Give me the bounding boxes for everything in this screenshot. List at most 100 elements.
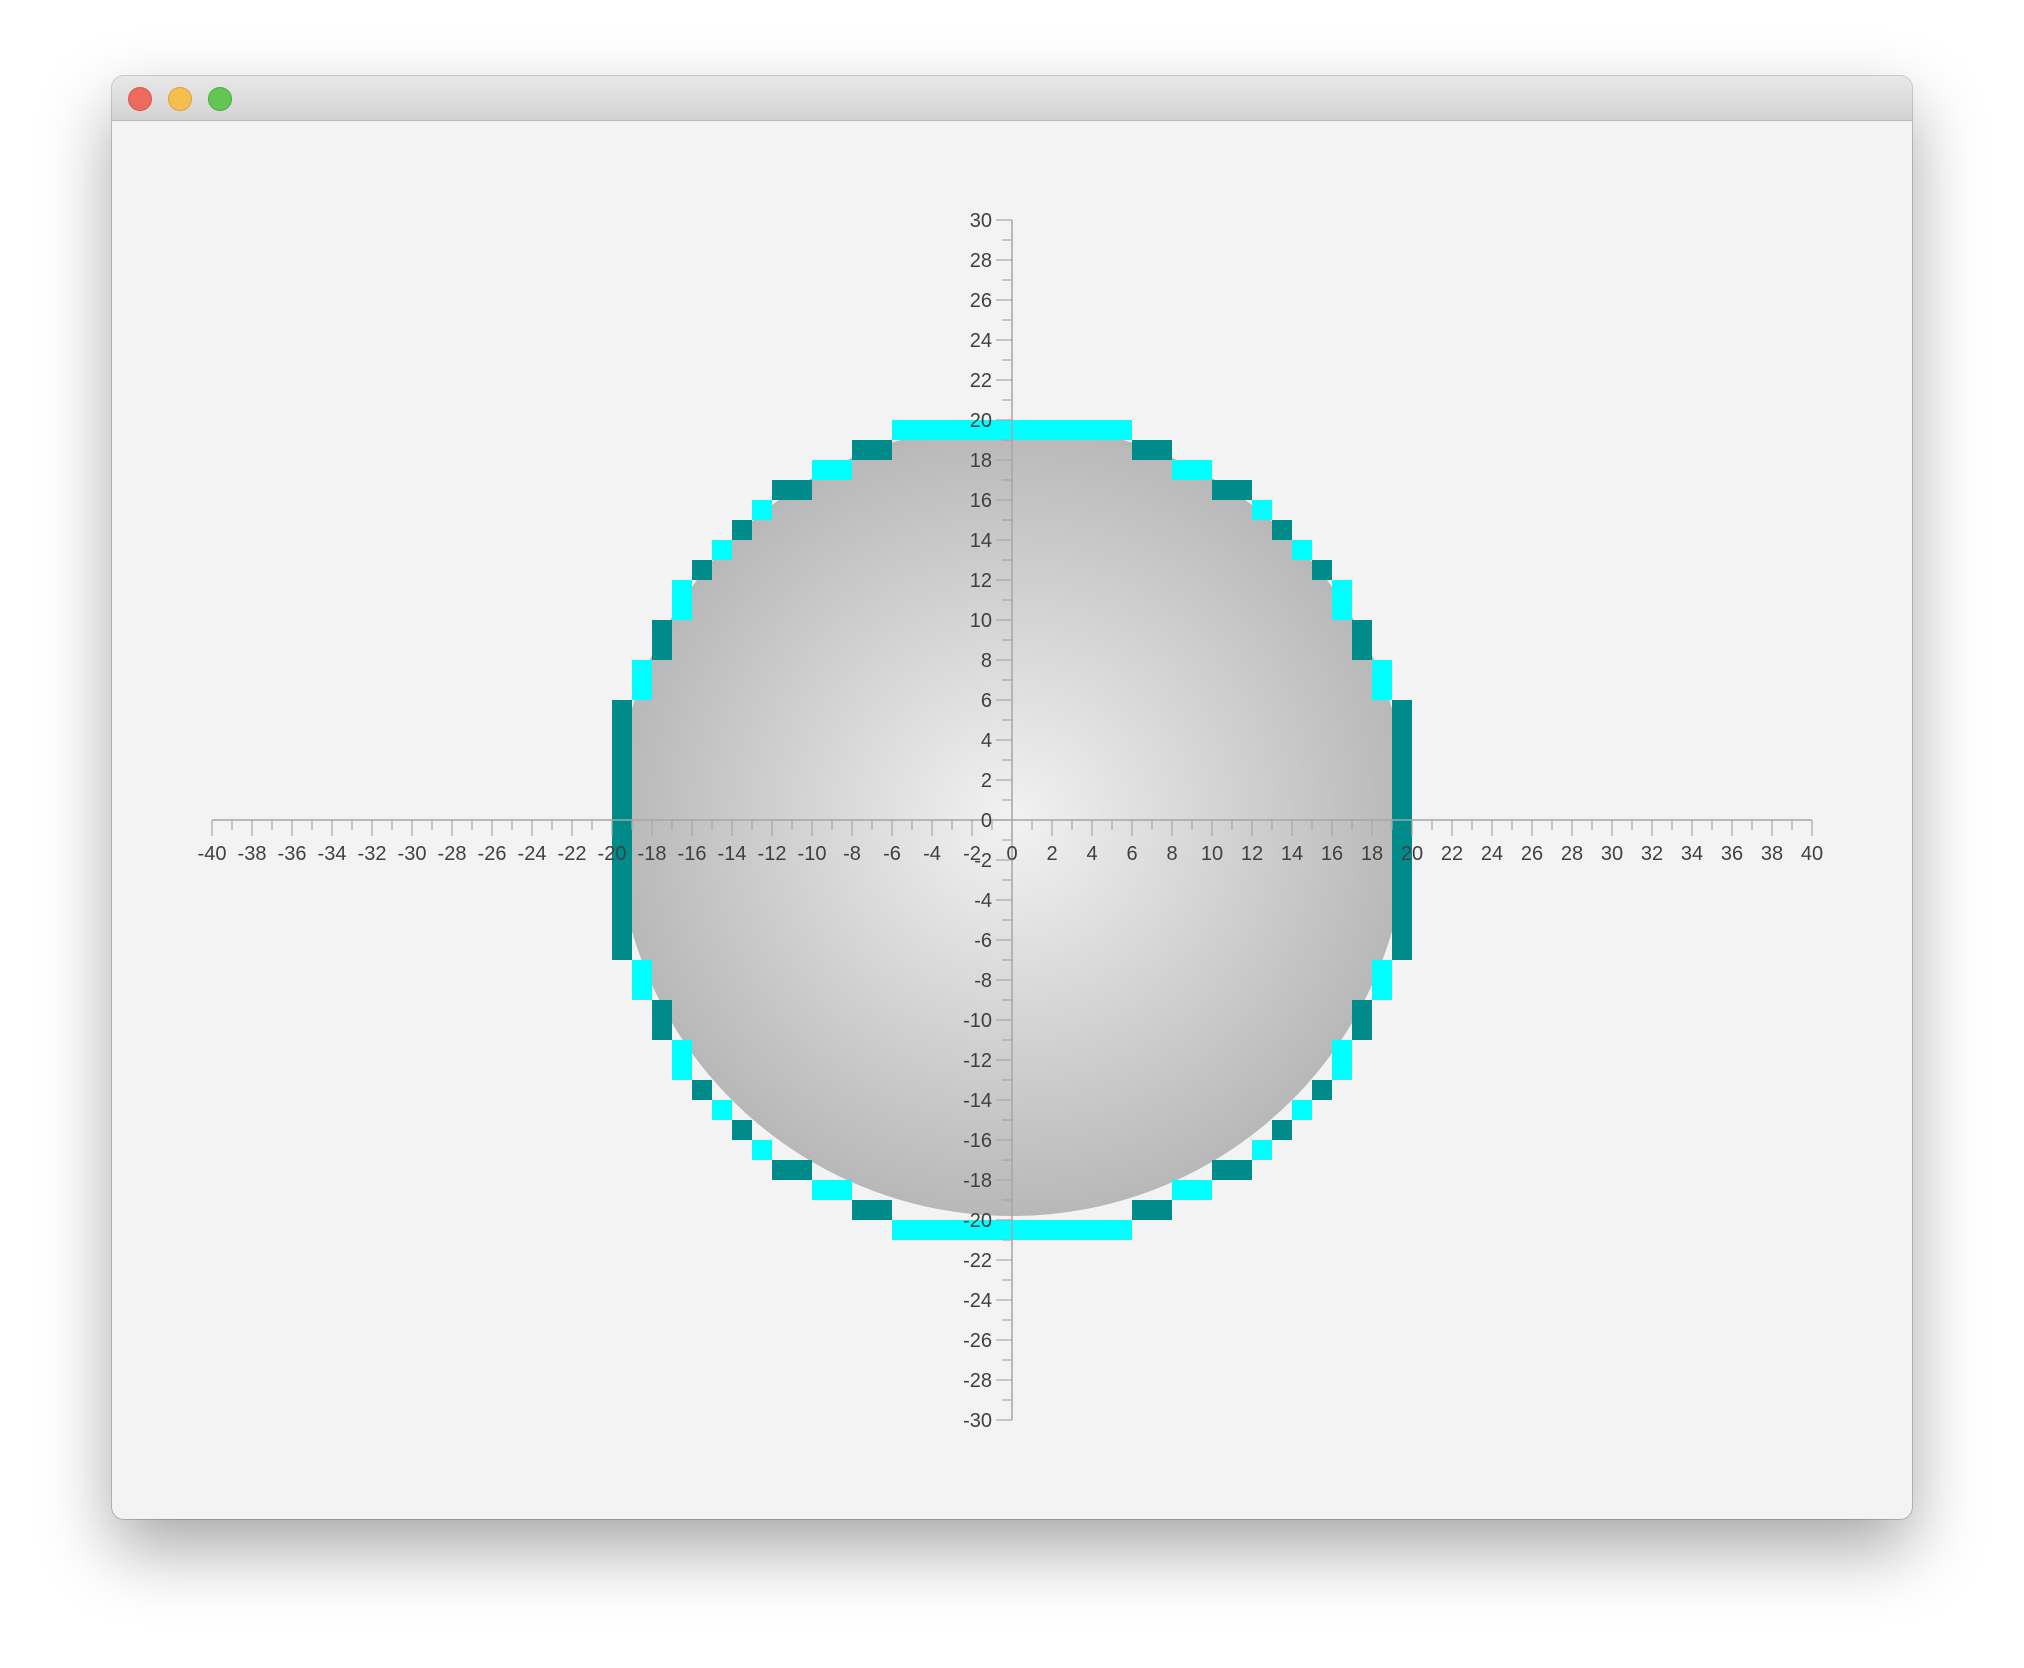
pixel-cell — [1292, 1100, 1312, 1120]
x-tick-label: 0 — [1006, 843, 1017, 865]
y-tick-label: -10 — [963, 1010, 992, 1032]
pixel-cell — [932, 420, 952, 440]
x-tick-label: 14 — [1281, 843, 1303, 865]
pixel-cell — [1232, 1160, 1252, 1180]
pixel-cell — [1312, 1080, 1332, 1100]
pixel-cell — [612, 740, 632, 760]
pixel-cell — [1132, 1200, 1152, 1220]
pixel-cell — [1052, 1220, 1072, 1240]
y-tick-label: -22 — [963, 1250, 992, 1272]
pixel-cell — [652, 1020, 672, 1040]
pixel-cell — [1012, 1220, 1032, 1240]
y-tick-label: -12 — [963, 1050, 992, 1072]
x-tick-label: -16 — [678, 843, 707, 865]
x-tick-label: -12 — [758, 843, 787, 865]
pixel-cell — [612, 780, 632, 800]
y-tick-label: -16 — [963, 1130, 992, 1152]
pixel-cell — [912, 1220, 932, 1240]
app-window: -40 -38 -36 -34 -32 -30 -28 -26 -24 -22 -20 -18 -16-… — [112, 76, 1912, 1519]
pixel-cell — [832, 1180, 852, 1200]
pixel-cell — [1352, 620, 1372, 640]
pixel-cell — [1092, 1220, 1112, 1240]
x-tick-label: 10 — [1201, 843, 1223, 865]
pixel-cell — [1172, 1180, 1192, 1200]
pixel-cell — [1392, 820, 1412, 840]
pixel-cell — [672, 1040, 692, 1060]
pixel-cell — [1372, 660, 1392, 680]
pixel-cell — [672, 600, 692, 620]
pixel-cell — [1032, 1220, 1052, 1240]
pixel-cell — [1332, 600, 1352, 620]
y-tick-label: -4 — [974, 890, 992, 912]
pixel-cell — [992, 1220, 1012, 1240]
pixel-cell — [632, 680, 652, 700]
x-tick-label: -4 — [923, 843, 941, 865]
x-tick-label: 24 — [1481, 843, 1503, 865]
pixel-cell — [1032, 420, 1052, 440]
x-tick-label: 30 — [1601, 843, 1623, 865]
y-tick-label: -8 — [974, 970, 992, 992]
x-tick-label: 28 — [1561, 843, 1583, 865]
x-tick-label: 22 — [1441, 843, 1463, 865]
pixel-cell — [1352, 640, 1372, 660]
pixel-cell — [1112, 1220, 1132, 1240]
pixel-cell — [1392, 740, 1412, 760]
pixel-cell — [1392, 940, 1412, 960]
pixel-cell — [1372, 680, 1392, 700]
y-tick-label: -30 — [963, 1410, 992, 1432]
pixel-cell — [772, 480, 792, 500]
pixel-cell — [712, 1100, 732, 1120]
pixel-cell — [612, 880, 632, 900]
x-tick-label: -34 — [318, 843, 347, 865]
y-tick-label: -18 — [963, 1170, 992, 1192]
pixel-cell — [1052, 420, 1072, 440]
pixel-cell — [1252, 1140, 1272, 1160]
pixel-cell — [632, 960, 652, 980]
y-tick-label: 16 — [970, 490, 992, 512]
y-tick-label: -26 — [963, 1330, 992, 1352]
pixel-cell — [652, 640, 672, 660]
pixel-cell — [612, 920, 632, 940]
pixel-cell — [612, 760, 632, 780]
y-tick-label: -24 — [963, 1290, 992, 1312]
y-tick-label: 2 — [981, 770, 992, 792]
pixel-cell — [892, 420, 912, 440]
y-tick-label: 30 — [970, 210, 992, 232]
pixel-cell — [772, 1160, 792, 1180]
y-tick-label: 8 — [981, 650, 992, 672]
x-tick-label: 4 — [1086, 843, 1097, 865]
pixel-cell — [892, 1220, 912, 1240]
pixel-cell — [1212, 1160, 1232, 1180]
pixel-cell — [1192, 1180, 1212, 1200]
y-tick-label: 4 — [981, 730, 992, 752]
pixel-cell — [652, 620, 672, 640]
x-tick-label: 34 — [1681, 843, 1703, 865]
y-tick-label: 24 — [970, 330, 992, 352]
x-tick-label: -24 — [518, 843, 547, 865]
y-tick-label: 6 — [981, 690, 992, 712]
pixel-cell — [652, 1000, 672, 1020]
pixel-cell — [692, 1080, 712, 1100]
pixel-cell — [612, 940, 632, 960]
pixel-cell — [692, 560, 712, 580]
x-tick-label: 8 — [1166, 843, 1177, 865]
pixel-cell — [1392, 920, 1412, 940]
pixel-cell — [1332, 580, 1352, 600]
x-tick-label: 16 — [1321, 843, 1343, 865]
pixel-cell — [1212, 480, 1232, 500]
pixel-cell — [712, 540, 732, 560]
x-tick-label: 6 — [1126, 843, 1137, 865]
y-tick-label: 10 — [970, 610, 992, 632]
y-tick-label: 28 — [970, 250, 992, 272]
pixel-cell — [1072, 420, 1092, 440]
x-tick-label: 32 — [1641, 843, 1663, 865]
pixel-cell — [932, 1220, 952, 1240]
pixel-cell — [1172, 460, 1192, 480]
pixel-cell — [852, 440, 872, 460]
pixel-cell — [612, 820, 632, 840]
x-tick-label: 36 — [1721, 843, 1743, 865]
pixel-cell — [1272, 520, 1292, 540]
pixel-cell — [632, 980, 652, 1000]
x-tick-label: -18 — [638, 843, 667, 865]
pixel-cell — [1152, 1200, 1172, 1220]
